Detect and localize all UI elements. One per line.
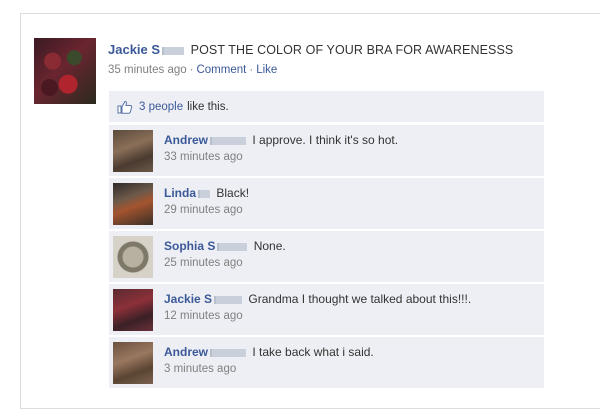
comment-body: Sophia S None. 25 minutes ago: [164, 239, 286, 269]
redacted-name: [198, 189, 210, 198]
commenter-avatar[interactable]: [113, 183, 153, 225]
comment-timestamp: 33 minutes ago: [164, 151, 243, 163]
redacted-name: [214, 295, 243, 304]
comment-body: Linda Black! 29 minutes ago: [164, 186, 249, 216]
comment-body: Andrew I take back what i said. 3 minute…: [164, 345, 374, 375]
commenter-name[interactable]: Andrew: [164, 133, 208, 147]
commenter-name[interactable]: Linda: [164, 186, 196, 200]
post-status-text: POST THE COLOR OF YOUR BRA FOR AWARENESS…: [190, 43, 514, 57]
post-meta: 35 minutes ago · Comment · Like: [108, 64, 600, 76]
thumbs-up-icon: [117, 100, 133, 114]
likes-bar: 3 people like this.: [109, 91, 544, 122]
redacted-name: [210, 348, 247, 357]
comment-text: Grandma I thought we talked about this!!…: [248, 292, 472, 306]
commenter-name[interactable]: Andrew: [164, 345, 208, 359]
commenter-avatar[interactable]: [113, 289, 153, 331]
post-header: Jackie S POST THE COLOR OF YOUR BRA FOR …: [108, 41, 600, 76]
comment-timestamp: 12 minutes ago: [164, 310, 243, 322]
redacted-name: [210, 136, 247, 145]
meta-separator: ·: [249, 64, 254, 76]
comment-item: Sophia S None. 25 minutes ago: [109, 230, 544, 282]
meta-separator: ·: [189, 64, 194, 76]
commenter-avatar[interactable]: [113, 342, 153, 384]
comment-text: I take back what i said.: [252, 345, 374, 359]
like-link[interactable]: Like: [256, 64, 277, 76]
post-author-name[interactable]: Jackie S: [108, 42, 160, 57]
likes-text: like this.: [187, 100, 229, 113]
commenter-name[interactable]: Jackie S: [164, 292, 212, 306]
post-status-line: Jackie S POST THE COLOR OF YOUR BRA FOR …: [108, 41, 600, 59]
post-timestamp: 35 minutes ago: [108, 64, 187, 76]
comment-timestamp: 25 minutes ago: [164, 257, 243, 269]
likers-link[interactable]: 3 people: [139, 101, 183, 113]
comment-link[interactable]: Comment: [196, 64, 246, 76]
comment-body: Jackie S Grandma I thought we talked abo…: [164, 292, 471, 322]
comment-timestamp: 29 minutes ago: [164, 204, 243, 216]
comment-text: I approve. I think it's so hot.: [252, 133, 399, 147]
comment-item: Linda Black! 29 minutes ago: [109, 177, 544, 229]
redacted-name: [162, 46, 185, 55]
commenter-avatar[interactable]: [113, 130, 153, 172]
comment-timestamp: 3 minutes ago: [164, 363, 237, 375]
comment-item: Jackie S Grandma I thought we talked abo…: [109, 283, 544, 335]
commenter-avatar[interactable]: [113, 236, 153, 278]
comment-text: None.: [253, 239, 286, 253]
comment-item: Andrew I approve. I think it's so hot. 3…: [109, 124, 544, 176]
redacted-name: [217, 242, 248, 251]
commenter-name[interactable]: Sophia S: [164, 239, 215, 253]
post-author-avatar[interactable]: [34, 38, 96, 104]
comment-text: Black!: [216, 186, 250, 200]
comment-body: Andrew I approve. I think it's so hot. 3…: [164, 133, 398, 163]
comment-item: Andrew I take back what i said. 3 minute…: [109, 336, 544, 388]
